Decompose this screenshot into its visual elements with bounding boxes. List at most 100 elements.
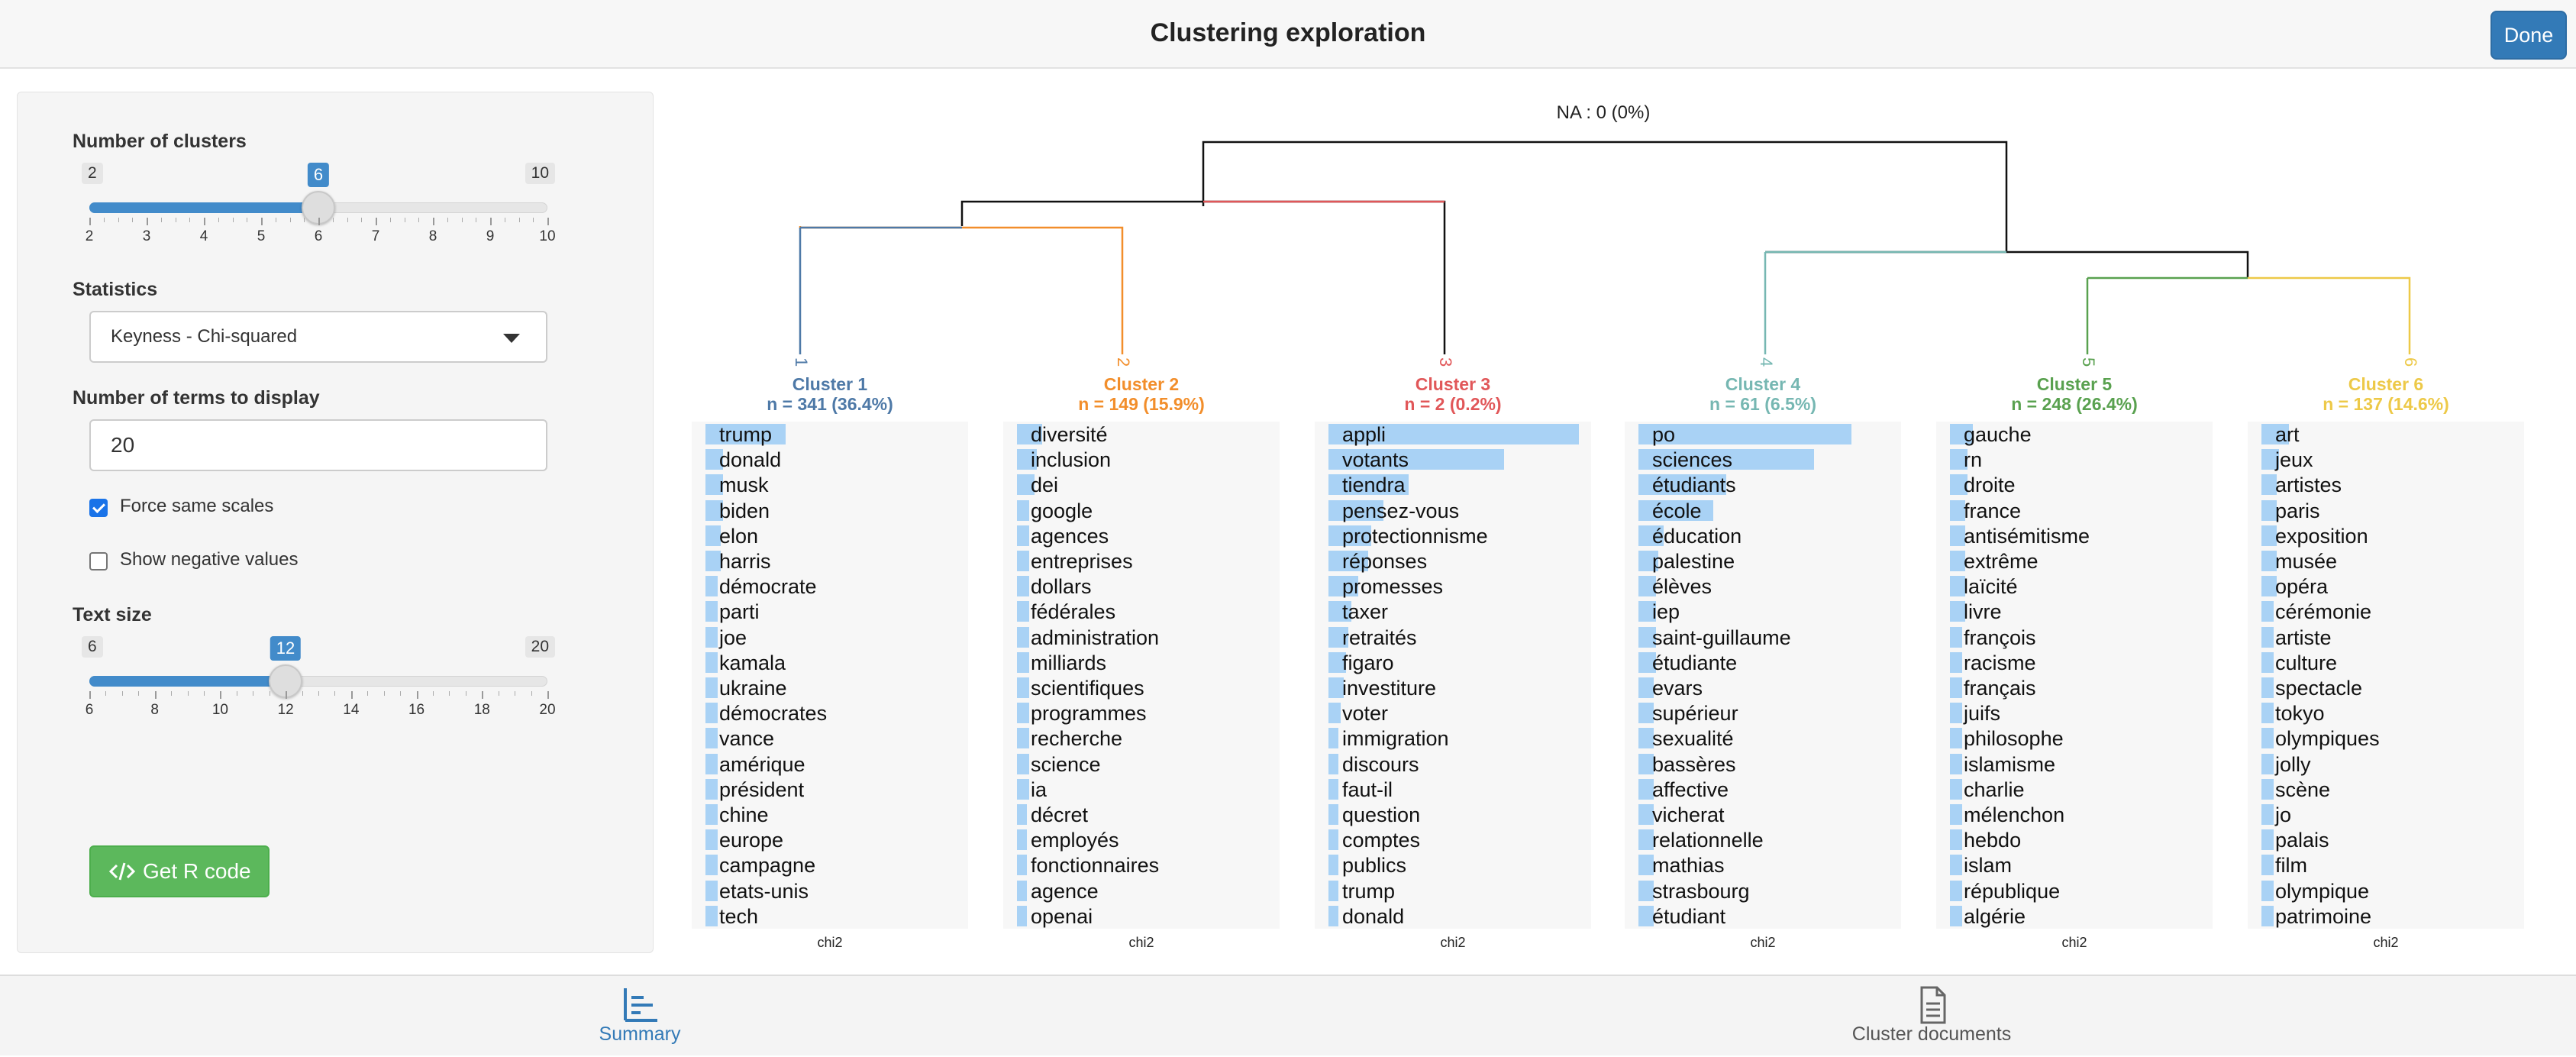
slider-tick (89, 691, 91, 699)
term-bar (1638, 804, 1654, 825)
term-label: extrême (1964, 550, 2039, 573)
tab-cluster-documents[interactable]: Cluster documents (1817, 976, 2046, 1057)
term-label: saint-guillaume (1652, 625, 1791, 649)
term-row: république (1936, 878, 2213, 903)
term-row: investiture (1315, 675, 1591, 700)
term-bar (2261, 576, 2277, 597)
term-label: scène (2275, 777, 2331, 801)
term-row: racisme (1936, 650, 2213, 675)
terms-count-input[interactable]: 20 (89, 419, 547, 471)
get-r-code-button[interactable]: Get R code (89, 845, 270, 897)
term-row: parti (692, 599, 968, 624)
term-row: réponses (1315, 548, 1591, 574)
term-bar (1638, 728, 1654, 749)
term-row: ukraine (692, 675, 968, 700)
cluster-terms-chart: diversité inclusion dei google agences entrep… (1003, 422, 1280, 929)
term-row: mélenchon (1936, 802, 2213, 827)
term-label: votants (1342, 448, 1409, 472)
slider-tick-label: 10 (211, 702, 228, 718)
term-bar (1017, 778, 1030, 800)
term-label: agences (1031, 524, 1109, 548)
term-label: donald (1342, 904, 1405, 928)
term-bar (705, 829, 718, 851)
term-row: trump (692, 422, 968, 447)
term-label: kamala (719, 651, 786, 674)
term-bar (705, 576, 718, 597)
term-row: evars (1625, 675, 1901, 700)
term-label: evars (1652, 677, 1703, 700)
term-label: tokyo (2275, 702, 2325, 726)
term-row: kamala (692, 650, 968, 675)
term-bar (1638, 703, 1654, 724)
term-bar (2261, 499, 2277, 521)
term-label: parti (719, 600, 760, 624)
cluster-title: Cluster 3 (1415, 374, 1491, 394)
term-label: diversité (1031, 423, 1108, 446)
term-bar (2261, 626, 2274, 648)
term-bar (1017, 651, 1030, 673)
term-row: art (2248, 422, 2524, 447)
term-bar (1017, 601, 1030, 622)
term-row: promesses (1315, 574, 1591, 599)
term-row: donald (692, 447, 968, 472)
term-row: taxer (1315, 599, 1591, 624)
text-size-slider[interactable]: 6 20 12 6 8 10 12 14 16 18 20 (82, 636, 556, 735)
term-bar (705, 677, 718, 698)
force-same-scales-checkbox[interactable] (89, 499, 108, 517)
slider-minor-tick (138, 691, 140, 696)
term-row: elon (692, 523, 968, 548)
cluster-terms-chart: trump donald musk biden elon harris démocrate p… (692, 422, 968, 929)
term-row: philosophe (1936, 726, 2213, 751)
cluster-count: n = 248 (26.4%) (2011, 394, 2138, 414)
slider-minor-tick (531, 691, 532, 696)
cluster-axis-label: chi2 (2061, 935, 2087, 950)
show-negative-label: Show negative values (120, 549, 299, 570)
cluster-count: n = 61 (6.5%) (1709, 394, 1816, 414)
term-row: scène (2248, 777, 2524, 802)
slider-minor-tick (204, 691, 205, 696)
term-row: hebdo (1936, 827, 2213, 852)
term-label: jo (2275, 803, 2292, 826)
term-bar (1017, 677, 1030, 698)
term-bar (1017, 880, 1028, 901)
term-row: google (1003, 498, 1280, 523)
term-row: fonctionnaires (1003, 852, 1280, 878)
term-row: campagne (692, 852, 968, 878)
term-row: immigration (1315, 726, 1591, 751)
term-label: laïcité (1964, 575, 2018, 599)
show-negative-checkbox[interactable] (89, 552, 108, 571)
term-row: français (1936, 675, 2213, 700)
term-bar (705, 651, 718, 673)
term-bar (705, 525, 721, 546)
term-row: tech (692, 903, 968, 929)
cluster-axis-label: chi2 (817, 935, 843, 950)
term-bar (1328, 804, 1339, 825)
term-bar (1328, 829, 1339, 851)
term-bar (1950, 703, 1963, 724)
term-bar (2261, 804, 2274, 825)
term-row: biden (692, 498, 968, 523)
term-label: école (1652, 499, 1702, 522)
tab-cluster-documents-label: Cluster documents (1851, 1023, 2012, 1045)
term-label: bassères (1652, 752, 1736, 776)
slider-tick-label: 20 (539, 702, 556, 718)
term-row: agences (1003, 523, 1280, 548)
term-label: elon (719, 524, 759, 548)
term-row: administration (1003, 625, 1280, 650)
slider-minor-tick (367, 691, 369, 696)
term-bar (1328, 855, 1339, 876)
term-bar (1638, 829, 1654, 851)
term-label: fonctionnaires (1031, 854, 1160, 878)
term-row: openai (1003, 903, 1280, 929)
dendro-leaf-label: 6 (2401, 357, 2420, 367)
term-row: droite (1936, 472, 2213, 497)
document-icon (1920, 986, 1946, 1024)
term-row: jeux (2248, 447, 2524, 472)
term-label: harris (719, 550, 771, 573)
term-bar (1950, 829, 1963, 851)
term-bar (1017, 905, 1028, 926)
tab-summary[interactable]: Summary (548, 976, 731, 1057)
term-row: décret (1003, 802, 1280, 827)
term-bar (1328, 905, 1339, 926)
cluster-count: n = 149 (15.9%) (1078, 394, 1205, 414)
